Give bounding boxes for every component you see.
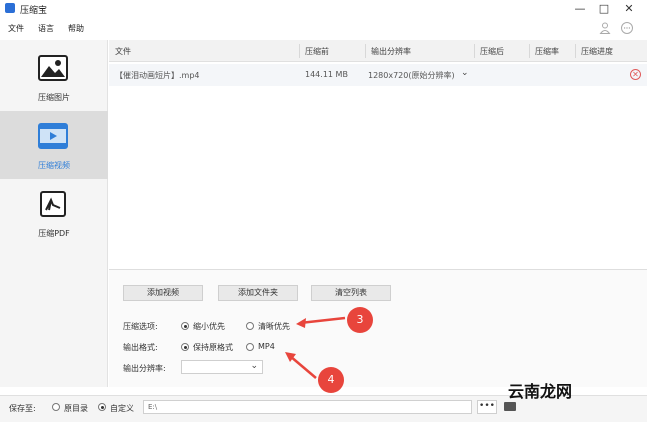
output-resolution-label: 输出分辨率:: [123, 364, 166, 373]
column-divider: [299, 44, 300, 58]
compress-options-label: 压缩选项:: [123, 322, 158, 331]
app-logo-icon: [5, 3, 15, 13]
column-header-before: 压缩前: [305, 47, 329, 56]
maximize-button[interactable]: □: [592, 1, 616, 17]
pdf-icon: [40, 191, 66, 217]
sidebar-item-label: 压缩图片: [38, 93, 70, 102]
radio-compress-clear[interactable]: [246, 322, 254, 330]
callout-badge-4: 4: [318, 367, 344, 393]
radio-compress-small[interactable]: [181, 322, 189, 330]
menu-help[interactable]: 帮助: [68, 23, 84, 34]
app-title: 压缩宝: [20, 6, 48, 16]
format-keep-label: 保持原格式: [193, 343, 233, 352]
radio-format-keep[interactable]: [181, 343, 189, 351]
column-divider: [365, 44, 366, 58]
sidebar-item-label: 压缩PDF: [38, 229, 70, 238]
resolution-value[interactable]: 1280x720(原始分辨率): [368, 70, 455, 81]
column-divider: [575, 44, 576, 58]
title-bar: 压缩宝 — □ ✕: [0, 0, 647, 18]
save-original-label: 原目录: [64, 404, 88, 413]
close-button[interactable]: ✕: [617, 1, 641, 17]
callout-badge-3: 3: [347, 307, 373, 333]
resolution-select[interactable]: ⌄: [181, 360, 263, 374]
minimize-button[interactable]: —: [568, 1, 592, 17]
clear-list-button[interactable]: 清空列表: [311, 285, 391, 301]
output-format-label: 输出格式:: [123, 343, 158, 352]
save-to-label: 保存至:: [9, 404, 36, 413]
user-icon[interactable]: [598, 21, 612, 35]
column-divider: [529, 44, 530, 58]
remove-icon[interactable]: ✕: [630, 69, 641, 80]
column-header-resolution: 输出分辨率: [371, 47, 411, 56]
size-before: 144.11 MB: [305, 70, 348, 79]
radio-save-original[interactable]: [52, 403, 60, 411]
compress-clear-label: 清晰优先: [258, 322, 290, 331]
save-custom-label: 自定义: [110, 404, 134, 413]
table-header: 文件 压缩前 输出分辨率 压缩后 压缩率 压缩进度: [109, 40, 647, 62]
column-divider: [474, 44, 475, 58]
add-video-button[interactable]: 添加视频: [123, 285, 203, 301]
main-area: 文件 压缩前 输出分辨率 压缩后 压缩率 压缩进度 【催泪动画短片】.mp4 1…: [109, 40, 647, 387]
file-name: 【催泪动画短片】.mp4: [115, 71, 200, 80]
compress-small-label: 缩小优先: [193, 322, 225, 331]
sidebar: 压缩图片 压缩视频 压缩PDF: [0, 40, 108, 387]
video-icon: [38, 123, 68, 149]
add-folder-button[interactable]: 添加文件夹: [218, 285, 298, 301]
table-row[interactable]: 【催泪动画短片】.mp4 144.11 MB 1280x720(原始分辨率) ⌄…: [109, 64, 647, 86]
options-panel: 添加视频 添加文件夹 清空列表 压缩选项: 缩小优先 清晰优先 输出格式: 保持…: [109, 269, 647, 387]
chevron-down-icon[interactable]: ⌄: [461, 68, 469, 78]
menu-file[interactable]: 文件: [8, 23, 24, 34]
image-icon: [38, 55, 68, 81]
menu-bar: 文件 语言 帮助: [0, 19, 647, 39]
radio-save-custom[interactable]: [98, 403, 106, 411]
column-header-after: 压缩后: [480, 47, 504, 56]
save-path-value: E:\: [148, 403, 158, 411]
radio-format-mp4[interactable]: [246, 343, 254, 351]
menu-language[interactable]: 语言: [38, 23, 54, 34]
sidebar-item-pdf[interactable]: 压缩PDF: [0, 179, 108, 247]
save-path-input[interactable]: E:\: [143, 400, 472, 414]
column-header-ratio: 压缩率: [535, 47, 559, 56]
chevron-down-icon: ⌄: [250, 361, 258, 371]
format-mp4-label: MP4: [258, 342, 275, 351]
column-header-progress: 压缩进度: [581, 47, 613, 56]
chat-icon[interactable]: [620, 21, 634, 35]
watermark: 云南龙网: [508, 382, 573, 401]
sidebar-item-label: 压缩视频: [38, 161, 70, 170]
sidebar-item-image[interactable]: 压缩图片: [0, 43, 108, 111]
browse-button[interactable]: •••: [477, 400, 497, 414]
folder-icon[interactable]: [504, 402, 516, 411]
sidebar-item-video[interactable]: 压缩视频: [0, 111, 108, 179]
column-header-file: 文件: [115, 47, 131, 56]
